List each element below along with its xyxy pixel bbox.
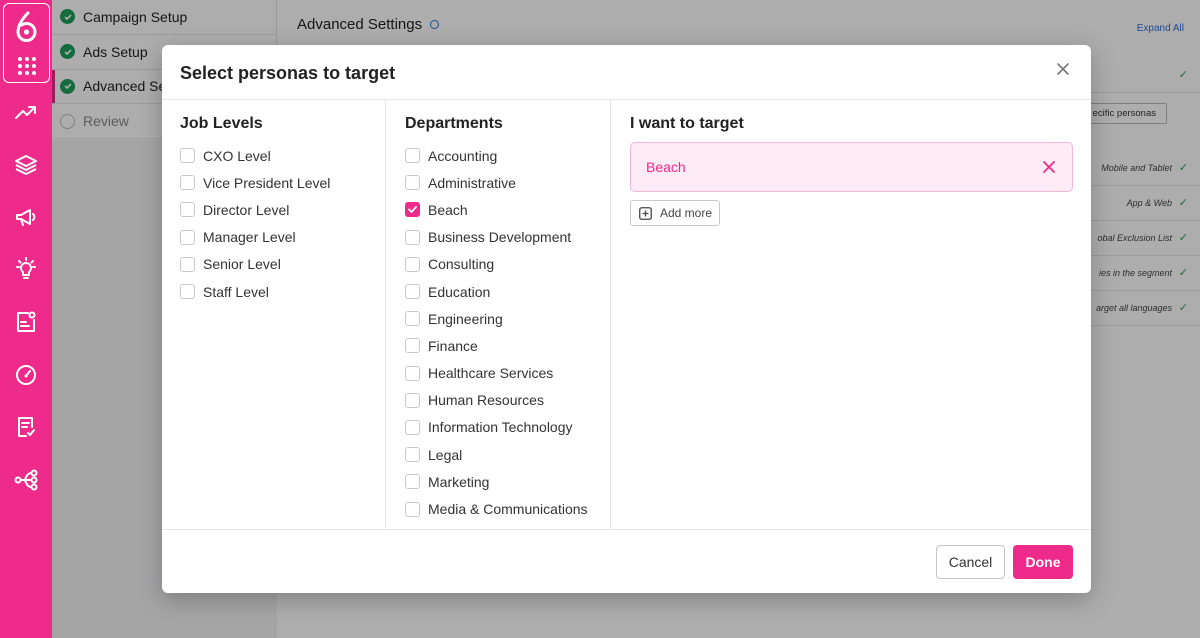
checkbox[interactable]	[405, 419, 420, 435]
checkbox-option[interactable]: Vice President Level	[180, 169, 385, 196]
checkbox-option[interactable]: Beach	[405, 196, 610, 223]
persona-modal: Select personas to target Job Levels CXO…	[162, 45, 1091, 593]
checkbox[interactable]	[405, 311, 420, 327]
checkbox-label: Finance	[428, 337, 478, 354]
checkbox-label: Senior Level	[203, 256, 281, 273]
checkbox-label: Manager Level	[203, 229, 296, 246]
checkbox[interactable]	[405, 365, 420, 381]
checkbox[interactable]	[405, 175, 420, 191]
checkbox-label: Consulting	[428, 256, 495, 273]
checkbox-label: Legal	[428, 446, 463, 463]
checkbox[interactable]	[180, 229, 195, 245]
target-chip-label: Beach	[646, 159, 686, 175]
checkbox-option[interactable]: Manager Level	[180, 224, 385, 251]
target-chip: Beach	[630, 142, 1073, 192]
target-column: I want to target Beach Add more	[611, 100, 1091, 530]
departments-list: Accounting Administrative Beach Business De…	[405, 142, 610, 530]
departments-column[interactable]: Departments Accounting Administrative Beac…	[386, 100, 611, 530]
checkbox[interactable]	[405, 501, 420, 517]
cancel-button[interactable]: Cancel	[936, 545, 1005, 579]
checkbox[interactable]	[405, 256, 420, 272]
checkbox-option[interactable]: Information Technology	[405, 414, 610, 441]
modal-header: Select personas to target	[162, 45, 1091, 100]
lightbulb-icon[interactable]	[13, 256, 39, 282]
checkbox-option[interactable]: Legal	[405, 441, 610, 468]
checkbox[interactable]	[405, 148, 420, 164]
checkbox[interactable]	[405, 284, 420, 300]
checkbox-label: Beach	[428, 201, 468, 218]
checkbox-option[interactable]: Senior Level	[180, 251, 385, 278]
close-icon[interactable]	[1055, 61, 1071, 77]
checkbox-option[interactable]: Business Development	[405, 224, 610, 251]
modal-title: Select personas to target	[180, 63, 396, 83]
job-levels-heading: Job Levels	[180, 115, 263, 132]
remove-icon[interactable]	[1042, 160, 1056, 174]
checkbox[interactable]	[405, 338, 420, 354]
checkbox-label: Marketing	[428, 473, 490, 490]
checkbox-label: Engineering	[428, 310, 503, 327]
checkbox-label: Business Development	[428, 229, 572, 246]
add-more-label: Add more	[660, 206, 713, 220]
checkbox[interactable]	[405, 447, 420, 463]
checkbox-option[interactable]: Consulting	[405, 251, 610, 278]
checkbox[interactable]	[180, 148, 195, 164]
report-icon[interactable]	[13, 414, 39, 440]
checkbox-option[interactable]: Healthcare Services	[405, 360, 610, 387]
checkbox[interactable]	[405, 392, 420, 408]
add-more-button[interactable]: Add more	[630, 200, 720, 226]
checkbox[interactable]	[180, 284, 195, 300]
checkbox[interactable]	[405, 474, 420, 490]
layers-icon[interactable]	[13, 152, 39, 178]
add-square-icon	[639, 206, 652, 220]
done-button[interactable]: Done	[1013, 545, 1073, 579]
apps-grid-icon[interactable]	[17, 56, 37, 76]
checkbox-label: Healthcare Services	[428, 365, 554, 382]
checkbox-option[interactable]: Director Level	[180, 196, 385, 223]
modal-body: Job Levels CXO Level Vice President Level…	[162, 100, 1091, 530]
checkbox[interactable]	[180, 256, 195, 272]
checkbox-label: Accounting	[428, 147, 498, 164]
checkbox-label: Human Resources	[428, 392, 544, 409]
checkbox-label: Director Level	[203, 201, 290, 218]
checkbox-option[interactable]: Marketing	[405, 468, 610, 495]
job-levels-list: CXO Level Vice President Level Director Le…	[180, 142, 385, 305]
trending-icon[interactable]	[13, 100, 39, 126]
campaign-card-icon[interactable]	[13, 309, 39, 335]
checkbox-label: Vice President Level	[203, 174, 331, 191]
logo-tile[interactable]	[3, 3, 50, 83]
checkbox[interactable]	[180, 175, 195, 191]
checkbox-label: Staff Level	[203, 283, 269, 300]
checkbox-option[interactable]: Administrative	[405, 169, 610, 196]
speedometer-icon[interactable]	[13, 362, 39, 388]
job-levels-column: Job Levels CXO Level Vice President Level…	[162, 100, 386, 530]
checkbox-option[interactable]: Engineering	[405, 305, 610, 332]
logo-icon	[16, 11, 37, 42]
checkbox-option[interactable]: Finance	[405, 332, 610, 359]
checkbox-option[interactable]: Media & Communications	[405, 495, 610, 522]
network-icon[interactable]	[13, 467, 39, 493]
checkbox-option[interactable]: Education	[405, 278, 610, 305]
megaphone-icon[interactable]	[13, 204, 39, 230]
checkbox[interactable]	[405, 202, 420, 218]
modal-footer: Cancel Done	[162, 529, 1091, 593]
checkbox-label: Education	[428, 283, 491, 300]
checkbox-label: CXO Level	[203, 147, 271, 164]
checkbox-option[interactable]: CXO Level	[180, 142, 385, 169]
checkbox-label: Administrative	[428, 174, 516, 191]
checkbox-label: Media & Communications	[428, 501, 588, 518]
checkbox-option[interactable]: Accounting	[405, 142, 610, 169]
departments-heading: Departments	[405, 115, 503, 132]
checkbox-option[interactable]: Staff Level	[180, 278, 385, 305]
app-rail	[0, 0, 52, 638]
checkbox-option[interactable]: Human Resources	[405, 387, 610, 414]
checkbox[interactable]	[180, 202, 195, 218]
checkbox-label: Information Technology	[428, 419, 573, 436]
check-icon	[408, 206, 417, 214]
target-heading: I want to target	[630, 115, 744, 132]
checkbox[interactable]	[405, 229, 420, 245]
